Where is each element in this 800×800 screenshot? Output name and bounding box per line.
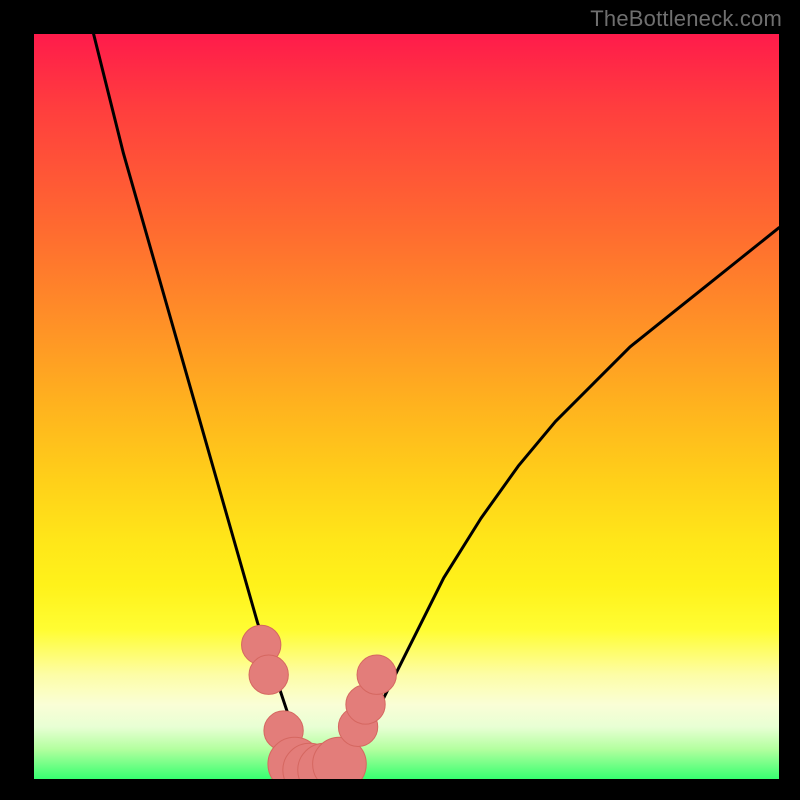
chart-svg-layer <box>34 34 779 779</box>
bottleneck-curve <box>94 34 779 772</box>
curve-marker <box>357 655 396 694</box>
chart-frame: TheBottleneck.com <box>0 0 800 800</box>
curve-markers <box>242 625 397 779</box>
watermark-text: TheBottleneck.com <box>590 6 782 32</box>
curve-marker <box>249 655 288 694</box>
